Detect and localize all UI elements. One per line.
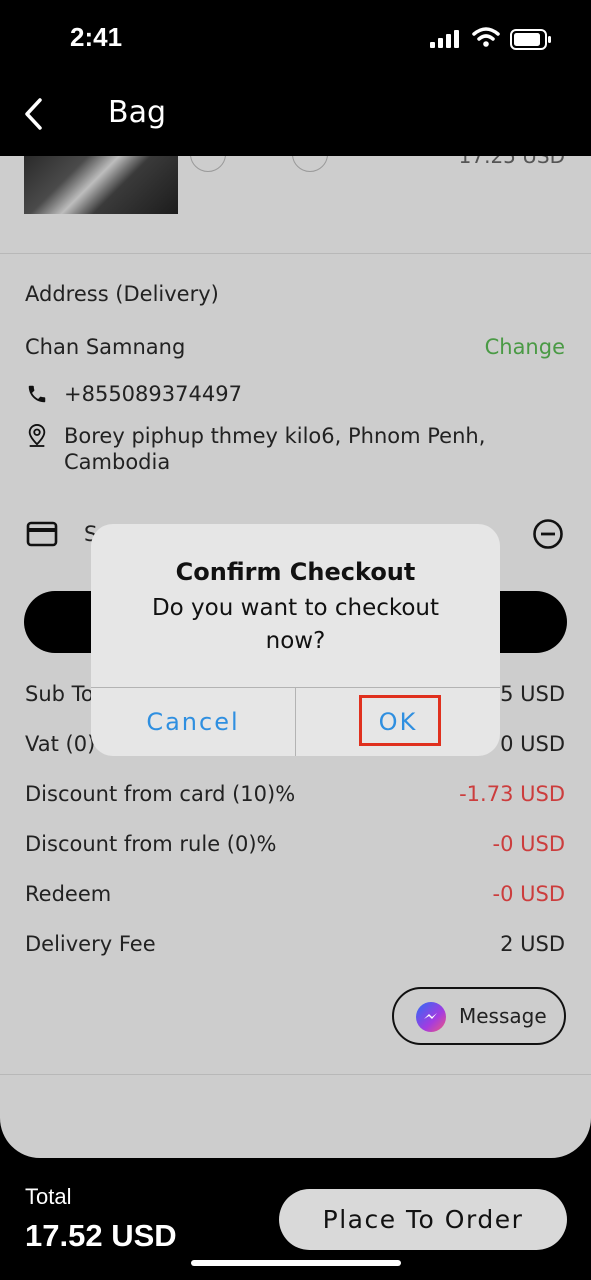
rule-discount-value: -0 USD <box>492 832 566 856</box>
card-discount-label: Discount from card (10)% <box>25 782 296 806</box>
increase-quantity-button[interactable] <box>292 156 328 172</box>
recipient-name: Chan Samnang <box>25 335 186 359</box>
change-address-link[interactable]: Change <box>485 335 565 359</box>
subtotal-value: 5 USD <box>500 682 565 706</box>
address-line-2: Cambodia <box>64 450 171 474</box>
home-indicator <box>191 1260 401 1266</box>
location-pin-icon <box>28 423 46 447</box>
messenger-icon <box>416 1002 446 1032</box>
address-line-1: Borey piphup thmey kilo6, Phnom Penh, <box>64 424 486 448</box>
dialog-title: Confirm Checkout <box>175 558 416 586</box>
rule-discount-label: Discount from rule (0)% <box>25 832 277 856</box>
remove-circle-icon[interactable] <box>532 518 564 550</box>
vat-value: 0 USD <box>500 732 565 756</box>
confirm-checkout-dialog: Confirm Checkout Do you want to checkout… <box>91 524 500 756</box>
total-label: Total <box>25 1184 72 1209</box>
page-title: Bag <box>108 95 167 130</box>
cellular-signal-icon <box>430 30 459 48</box>
phone-icon <box>28 385 46 403</box>
ok-highlight-box <box>359 695 441 746</box>
cancel-button[interactable]: Cancel <box>91 688 295 756</box>
dialog-message: Do you want to checkout now? <box>151 595 440 654</box>
phone-number: +855089374497 <box>64 382 242 406</box>
divider <box>0 253 591 254</box>
credit-card-icon <box>26 521 58 547</box>
status-time: 2:41 <box>70 22 123 52</box>
product-image <box>24 156 178 214</box>
message-button[interactable]: Message <box>392 987 566 1045</box>
total-value: 17.52 USD <box>25 1218 177 1253</box>
delivery-fee-label: Delivery Fee <box>25 932 156 956</box>
decrease-quantity-button[interactable] <box>190 156 226 172</box>
card-discount-value: -1.73 USD <box>459 782 565 806</box>
back-arrow-icon[interactable] <box>22 96 46 132</box>
delivery-fee-value: 2 USD <box>500 932 565 956</box>
address-section-label: Address (Delivery) <box>25 282 219 306</box>
wifi-icon <box>472 27 500 47</box>
nav-header <box>0 80 591 156</box>
message-button-label: Message <box>459 1004 547 1028</box>
redeem-value: -0 USD <box>492 882 566 906</box>
subtotal-label: Sub To <box>25 682 94 706</box>
battery-icon <box>510 29 551 50</box>
product-price: 17.25 USD <box>458 156 565 168</box>
place-order-button[interactable]: Place To Order <box>279 1189 567 1250</box>
divider <box>0 1074 591 1075</box>
redeem-label: Redeem <box>25 882 112 906</box>
vat-label: Vat (0) <box>25 732 96 756</box>
